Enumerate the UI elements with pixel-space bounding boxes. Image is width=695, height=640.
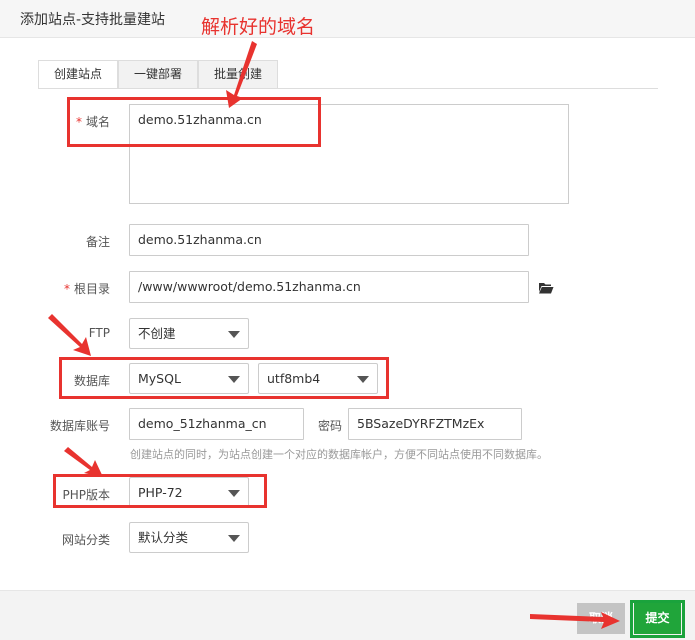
tab-one-click-deploy[interactable]: 一键部署 (118, 60, 198, 89)
chevron-down-icon (228, 490, 240, 497)
annotation-arrow-php (64, 447, 103, 477)
php-version-label: PHP版本 (62, 488, 111, 502)
cancel-button[interactable]: 取消 (577, 603, 625, 634)
site-category-label: 网站分类 (61, 533, 110, 547)
root-dir-input[interactable]: /www/wwwroot/demo.51zhanma.cn (129, 271, 529, 303)
db-account-input[interactable]: demo_51zhanma_cn (129, 408, 304, 440)
tab-divider (38, 88, 658, 89)
db-hint-text: 创建站点的同时，为站点创建一个对应的数据库帐户，方便不同站点使用不同数据库。 (130, 448, 548, 461)
php-version-select[interactable]: PHP-72 (129, 477, 249, 508)
database-type-select[interactable]: MySQL (129, 363, 249, 394)
submit-button[interactable]: 提交 (634, 603, 681, 634)
database-label: 数据库 (73, 374, 110, 388)
site-category-select[interactable]: 默认分类 (129, 522, 249, 553)
db-password-label: 密码 (317, 419, 342, 433)
chevron-down-icon (228, 535, 240, 542)
dialog-titlebar: 添加站点-支持批量建站 (0, 0, 695, 38)
ftp-label: FTP (88, 326, 110, 340)
required-mark: * (75, 115, 82, 129)
dialog-title: 添加站点-支持批量建站 (20, 12, 166, 28)
db-password-input[interactable]: 5BSazeDYRFZTMzEx (348, 408, 522, 440)
db-account-label: 数据库账号 (49, 419, 110, 433)
chevron-down-icon (228, 376, 240, 383)
folder-open-icon[interactable] (538, 281, 554, 295)
remark-label: 备注 (85, 235, 110, 249)
domain-label: * 域名 (75, 115, 110, 129)
tab-create-site[interactable]: 创建站点 (38, 60, 118, 89)
chevron-down-icon (357, 376, 369, 383)
root-dir-label: * 根目录 (63, 282, 110, 296)
annotation-text: 解析好的域名 (201, 16, 316, 38)
required-mark: * (63, 282, 70, 296)
remark-input[interactable]: demo.51zhanma.cn (129, 224, 529, 256)
database-charset-select[interactable]: utf8mb4 (258, 363, 378, 394)
chevron-down-icon (228, 331, 240, 338)
domain-textarea[interactable]: demo.51zhanma.cn (129, 104, 569, 204)
tab-batch-create[interactable]: 批量创建 (198, 60, 278, 89)
ftp-select[interactable]: 不创建 (129, 318, 249, 349)
